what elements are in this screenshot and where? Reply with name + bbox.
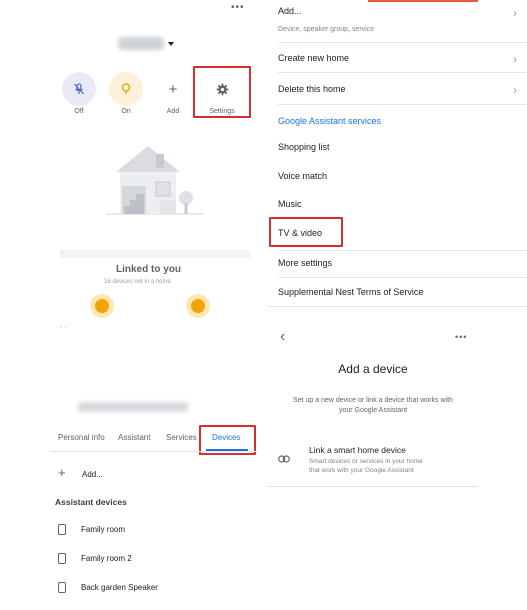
tabs-divider — [50, 451, 258, 452]
back-arrow-icon[interactable]: ‹ — [280, 328, 285, 346]
home-panel: ••• + Off On Add Settings Linked to you … — [0, 0, 258, 318]
account-email-blurred — [78, 402, 188, 412]
tv-video-highlight — [269, 217, 343, 247]
divider — [268, 306, 527, 307]
menu-item-delete-home-label: Delete this home — [278, 84, 346, 94]
link-option-subtitle-1: Smart devices or services in your home — [309, 458, 423, 465]
home-name-blurred — [118, 37, 164, 50]
device-avatar-left[interactable] — [90, 294, 114, 318]
menu-item-nest-terms[interactable]: Supplemental Nest Terms of Service — [278, 287, 423, 297]
divider — [278, 250, 527, 251]
house-illustration — [106, 146, 204, 215]
linked-subtitle: 16 devices not in a home — [104, 279, 171, 285]
device-avatar-right[interactable] — [186, 294, 210, 318]
divider — [278, 104, 527, 105]
link-option-subtitle-2: that work with your Google Assistant — [309, 467, 414, 474]
light-on-shortcut[interactable] — [109, 72, 143, 106]
add-device-description-2: your Google Assistant — [338, 407, 408, 414]
tab-personal-info[interactable]: Personal info — [58, 433, 105, 442]
more-options-icon[interactable]: ••• — [231, 2, 245, 13]
device-name: Family room 2 — [81, 554, 132, 563]
divider — [268, 486, 478, 487]
top-hint: - - — [60, 324, 67, 331]
top-accent-bar — [368, 0, 478, 2]
plus-icon: + — [168, 80, 178, 98]
menu-item-more-settings[interactable]: More settings — [278, 258, 332, 268]
settings-menu-panel: Add... Device, speaker group, service › … — [268, 0, 527, 312]
chevron-down-icon — [168, 41, 174, 46]
menu-item-create-home-label: Create new home — [278, 53, 350, 63]
chevron-right-icon: › — [513, 6, 517, 20]
home-selector[interactable] — [118, 37, 174, 50]
assistant-devices-title: Assistant devices — [55, 497, 127, 507]
link-option-title: Link a smart home device — [309, 445, 406, 455]
link-icon — [278, 455, 290, 463]
add-device-title: Add a device — [338, 362, 408, 376]
tab-assistant[interactable]: Assistant — [118, 433, 150, 442]
divider — [278, 42, 527, 43]
menu-item-add-label: Add... — [278, 6, 302, 16]
shortcut-label-off: Off — [74, 108, 84, 115]
shortcut-label-on: On — [121, 108, 131, 115]
speaker-icon — [58, 582, 66, 593]
shortcut-label-add: Add — [166, 108, 180, 115]
plus-icon: + — [58, 465, 66, 480]
mic-off-shortcut[interactable] — [62, 72, 96, 106]
divider — [278, 277, 527, 278]
add-device-label: Add... — [82, 470, 103, 479]
device-name: Back garden Speaker — [81, 583, 158, 592]
mic-off-icon — [74, 83, 84, 95]
tab-services[interactable]: Services — [166, 433, 197, 442]
bulb-icon — [121, 83, 131, 94]
linked-title: Linked to you — [116, 264, 181, 275]
illustration-divider — [60, 250, 250, 258]
chevron-right-icon: › — [513, 52, 517, 66]
menu-item-music[interactable]: Music — [278, 199, 302, 209]
add-shortcut[interactable]: + — [156, 72, 190, 106]
speaker-icon — [58, 553, 66, 564]
menu-item-shopping-list[interactable]: Shopping list — [278, 142, 330, 152]
settings-highlight — [193, 66, 251, 118]
chevron-right-icon: › — [513, 83, 517, 97]
add-device-panel: ‹ ••• Add a device Set up a new device o… — [268, 318, 527, 518]
menu-item-add-sublabel: Device, speaker group, service — [278, 26, 375, 33]
divider — [278, 72, 527, 73]
add-device-description-1: Set up a new device or link a device tha… — [293, 397, 453, 404]
more-options-icon[interactable]: ••• — [455, 332, 467, 342]
profile-panel: - - Personal info Assistant Services Dev… — [0, 322, 258, 610]
assistant-services-header: Google Assistant services — [278, 116, 382, 126]
device-name: Family room — [81, 525, 126, 534]
speaker-icon — [58, 524, 66, 535]
menu-item-voice-match[interactable]: Voice match — [278, 171, 327, 181]
